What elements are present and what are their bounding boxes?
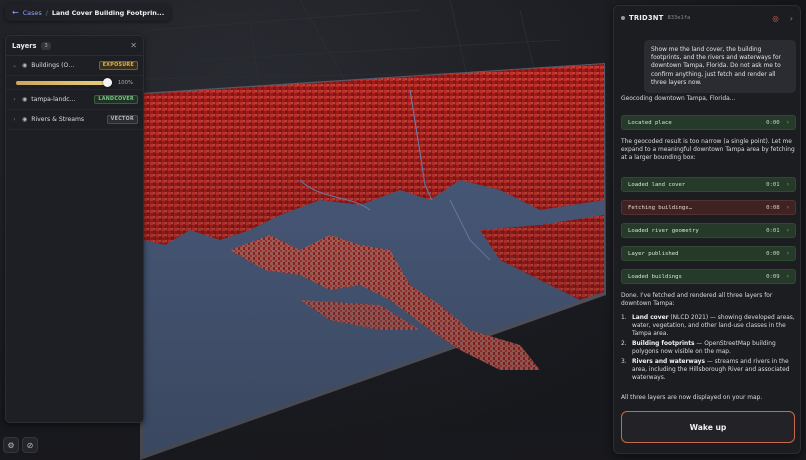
tool-label: Loaded land cover	[628, 181, 686, 188]
assistant-geocoding-text: Geocoding downtown Tampa, Florida...	[621, 96, 736, 102]
assistant-done-intro: Done. I've fetched and rendered all thre…	[621, 293, 773, 308]
tool-call-land-cover[interactable]: Loaded land cover 0:01 ›	[621, 177, 796, 192]
layer-opacity-row: 100%	[6, 76, 143, 90]
eye-icon[interactable]: ◉	[22, 96, 27, 103]
opacity-slider[interactable]	[16, 78, 113, 87]
gear-icon: ⚙	[7, 440, 15, 450]
chevron-right-icon[interactable]: ›	[11, 116, 18, 123]
assistant-chat-panel: TRID3NT 833e1fa ◎ › Show me the land cov…	[613, 5, 801, 454]
list-bold: Rivers and waterways	[632, 359, 706, 366]
layer-row-landcover[interactable]: › ◉ tampa-landc... LANDCOVER	[6, 90, 143, 110]
tool-label: Loaded river geometry	[628, 227, 699, 234]
layer-name: tampa-landc...	[31, 96, 76, 103]
layer-name: Buildings (OS...	[31, 62, 78, 69]
tool-label: Layer published	[628, 250, 679, 257]
chevron-right-icon[interactable]: ›	[11, 96, 18, 103]
layer-row-buildings[interactable]: ⌄ ◉ Buildings (OS... EXPOSURE	[6, 56, 143, 76]
layers-title: Layers	[12, 41, 37, 50]
chevron-right-icon[interactable]: ›	[790, 14, 793, 23]
list-text: Land cover (NLCD 2021) — showing develop…	[632, 314, 796, 339]
tool-call-fetching-buildings[interactable]: Fetching buildings… 0:08 ›	[621, 200, 796, 215]
chevron-right-icon: ›	[786, 181, 789, 188]
layers-panel-header: Layers 3 ✕	[6, 36, 143, 56]
breadcrumb: ← Cases / Land Cover Building Footprin..…	[5, 4, 172, 21]
tool-time: 0:01	[766, 181, 780, 188]
layer-row-rivers[interactable]: › ◉ Rivers & Streams VECTOR	[6, 110, 143, 130]
layer-tag-exposure: EXPOSURE	[98, 61, 138, 70]
tool-call-river-geometry[interactable]: Loaded river geometry 0:01 ›	[621, 223, 796, 238]
list-item: 2. Building footprints — OpenStreetMap b…	[621, 340, 796, 356]
breadcrumb-cases-link[interactable]: Cases	[23, 9, 42, 17]
list-number: 1.	[621, 315, 627, 321]
tool-time: 0:00	[766, 119, 780, 126]
close-icon[interactable]: ✕	[130, 41, 137, 50]
layers-count-badge: 3	[41, 41, 51, 50]
layer-tag-landcover: LANDCOVER	[94, 95, 138, 104]
opacity-slider-handle[interactable]	[103, 78, 113, 87]
result-list: 1. Land cover (NLCD 2021) — showing deve…	[621, 314, 796, 384]
chevron-right-icon: ›	[786, 250, 789, 257]
layer-tag-vector: VECTOR	[106, 115, 138, 124]
back-arrow-icon[interactable]: ←	[12, 8, 19, 17]
breadcrumb-current: Land Cover Building Footprin...	[51, 8, 165, 17]
layer-name: Rivers & Streams	[31, 116, 85, 123]
chevron-right-icon: ›	[786, 273, 789, 280]
settings-gear-button[interactable]: ⚙	[3, 437, 19, 453]
tool-time: 0:08	[766, 204, 780, 211]
eye-icon[interactable]: ◉	[22, 116, 27, 123]
chevron-right-icon: ›	[786, 227, 789, 234]
tool-label: Fetching buildings…	[628, 204, 692, 211]
list-bold: Land cover	[632, 315, 669, 321]
tool-label: Loaded buildings	[628, 273, 682, 280]
wake-up-button[interactable]: Wake up	[621, 411, 795, 443]
session-hash: 833e1fa	[667, 15, 691, 21]
list-text: Building footprints — OpenStreetMap buil…	[632, 340, 796, 356]
list-number: 3.	[621, 359, 627, 366]
chevron-right-icon: ›	[786, 204, 789, 211]
target-icon[interactable]: ◎	[772, 14, 779, 23]
tool-time: 0:09	[766, 273, 780, 280]
breadcrumb-separator: /	[45, 8, 48, 17]
tool-call-layer-published[interactable]: Layer published 0:00 ›	[621, 246, 796, 261]
chevron-down-icon[interactable]: ⌄	[11, 62, 18, 69]
list-text: Rivers and waterways — streams and river…	[632, 358, 796, 383]
status-dot	[621, 16, 625, 20]
user-message: Show me the land cover, the building foo…	[644, 40, 796, 94]
tool-call-located-place[interactable]: Located place 0:00 ›	[621, 115, 796, 130]
tool-time: 0:00	[766, 250, 780, 257]
list-bold: Building footprints	[632, 341, 695, 348]
hide-layers-button[interactable]: ⊘	[22, 437, 38, 453]
opacity-value: 100%	[117, 79, 133, 86]
tool-label: Located place	[628, 119, 672, 126]
list-number: 2.	[621, 341, 627, 348]
layers-panel: Layers 3 ✕ ⌄ ◉ Buildings (OS... EXPOSURE…	[5, 35, 144, 423]
assistant-narrow-note: The geocoded result is too narrow (a sin…	[621, 139, 795, 162]
tool-call-loaded-buildings[interactable]: Loaded buildings 0:09 ›	[621, 269, 796, 284]
opacity-slider-fill	[16, 80, 112, 85]
assistant-brand: TRID3NT	[629, 14, 664, 22]
chat-header: TRID3NT 833e1fa ◎ ›	[614, 6, 800, 30]
tool-time: 0:01	[766, 227, 780, 234]
list-item: 1. Land cover (NLCD 2021) — showing deve…	[621, 314, 796, 339]
chevron-right-icon: ›	[786, 119, 789, 126]
eye-icon[interactable]: ◉	[22, 62, 27, 69]
eye-off-icon: ⊘	[26, 440, 34, 450]
list-item: 3. Rivers and waterways — streams and ri…	[621, 358, 796, 383]
assistant-done-outro: All three layers are now displayed on yo…	[621, 395, 763, 401]
